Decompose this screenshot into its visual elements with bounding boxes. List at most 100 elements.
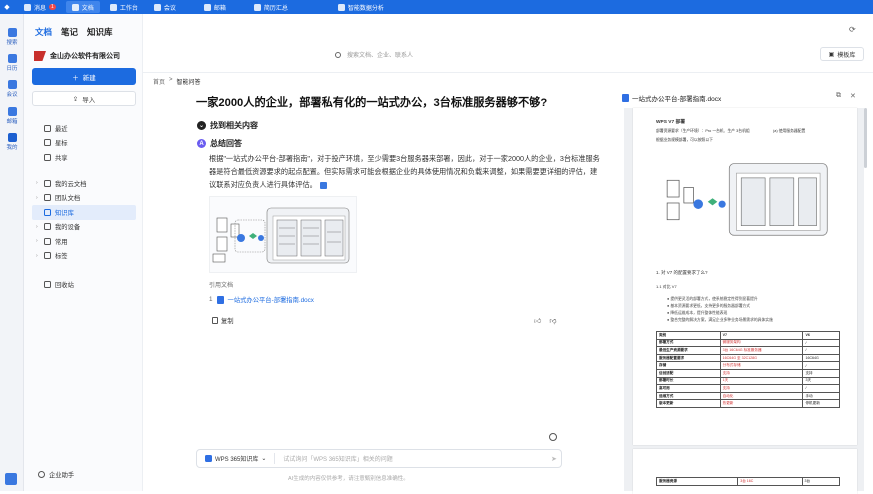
import-button[interactable]: ⇪ 导入	[32, 91, 136, 106]
thumbs-up-icon[interactable]: 👍︎	[534, 316, 541, 325]
rail-item-mail[interactable]: 邮箱	[0, 107, 24, 125]
sidebar-tabs: 文档 笔记 知识库	[35, 26, 113, 38]
rail-item-search[interactable]: 搜索	[0, 28, 24, 46]
tab-knowledge[interactable]: 知识库	[87, 26, 113, 38]
open-external-icon[interactable]: ⧉	[836, 92, 841, 100]
top-tab-messages[interactable]: 消息 1	[18, 1, 62, 13]
sidebar-item-my-cloud[interactable]: › 我的云文档	[32, 176, 136, 191]
question-input-bar[interactable]: WPS 365知识库 ⌄ 试试询问「WPS 365知识库」相关的问题 ➤	[196, 449, 562, 468]
top-tab-meeting[interactable]: 会议	[148, 1, 182, 13]
breadcrumb-home[interactable]: 首页	[153, 77, 165, 86]
copy-button[interactable]: 复制	[212, 316, 234, 325]
sidebar-item-label: 最近	[55, 125, 68, 133]
doc-bullet: ● 基本资源要求更低，支持更多的服务器部署方式	[667, 304, 751, 308]
sidebar-item-knowledge[interactable]: 知识库	[32, 205, 136, 220]
new-button-label: 新建	[82, 74, 96, 82]
company-switcher[interactable]: 金山办公软件有限公司	[34, 51, 120, 61]
enterprise-label: 企业助手	[49, 472, 75, 479]
knowledge-base-selector[interactable]: WPS 365知识库 ⌄	[197, 453, 276, 464]
sidebar-item-tags[interactable]: › 标签	[32, 249, 136, 264]
history-icon[interactable]	[549, 433, 557, 441]
top-tab-workbench[interactable]: 工作台	[104, 1, 144, 13]
sidebar-item-label: 知识库	[55, 209, 74, 217]
templates-button[interactable]: ▣ 模板库	[820, 47, 864, 61]
app-logo-icon: ◆	[4, 4, 10, 11]
found-section-header[interactable]: ⌄ 找到相关内容	[197, 120, 258, 131]
sidebar-item-label: 我的设备	[55, 224, 81, 232]
ai-disclaimer: AI生成的内容仅供参考，请注意甄别信息准确性。	[288, 476, 409, 482]
sidebar-item-frequent[interactable]: › 常用	[32, 234, 136, 249]
document-preview-panel: 一站式办公平台-部署指南.docx ⧉ ✕ WPS V7 部署 部署资源要求（生…	[614, 86, 871, 494]
enterprise-assistant[interactable]: 企业助手	[38, 470, 74, 479]
company-logo-icon	[34, 51, 46, 61]
copy-icon	[212, 317, 218, 324]
question-title: 一家2000人的企业，部署私有化的一站式办公，3台标准服务器够不够?	[196, 97, 548, 109]
word-doc-icon	[622, 94, 629, 102]
share-icon	[44, 153, 51, 161]
found-label: 找到相关内容	[210, 121, 258, 130]
search-input[interactable]: 搜索文档、企业、联系人	[335, 50, 413, 59]
sidebar-item-recent[interactable]: 最近	[32, 121, 136, 136]
tab-docs[interactable]: 文档	[35, 26, 52, 38]
reference-label: 一站式办公平台-部署指南.docx	[227, 297, 314, 304]
top-tab-docs[interactable]: 文档	[65, 1, 100, 13]
doc-page: WPS V7 部署 部署资源要求（生产环境）：Pro 一台机、生产 3台机组 (…	[633, 108, 857, 445]
doc-diagram	[666, 163, 828, 236]
tag-icon	[44, 252, 51, 260]
citation-icon[interactable]	[319, 181, 327, 189]
top-tab-label: 消息	[34, 5, 47, 12]
top-tab-label: 智能数据分析	[347, 5, 384, 12]
question-input[interactable]: 试试询问「WPS 365知识库」相关的问题	[275, 454, 551, 463]
chevron-right-icon: ›	[36, 180, 38, 187]
chevron-down-icon: ⌄	[261, 456, 267, 462]
import-icon: ⇪	[72, 95, 79, 103]
rail-item-meeting[interactable]: 会议	[0, 80, 24, 98]
templates-label: 模板库	[837, 52, 856, 59]
close-icon[interactable]: ✕	[850, 92, 856, 100]
sidebar-item-trash[interactable]: 回收站	[32, 277, 136, 292]
ai-icon: A	[197, 139, 206, 148]
new-button[interactable]: ＋新建	[32, 68, 136, 85]
top-tab-mail[interactable]: 邮箱	[198, 1, 232, 13]
reference-link[interactable]: 1 一站式办公平台-部署指南.docx	[209, 295, 314, 304]
table-row: 运维方式 自动化 手动	[656, 391, 840, 401]
doc-table: 服务器资源 3台 16C 3台	[655, 477, 841, 486]
import-button-label: 导入	[82, 96, 96, 104]
references-header: 引用文档	[209, 283, 234, 289]
sidebar-item-devices[interactable]: › 我的设备	[32, 220, 136, 235]
sidebar-item-team[interactable]: › 团队文档	[32, 191, 136, 206]
table-row: 服务器资源 3台 16C 3台	[655, 477, 841, 486]
message-icon	[24, 3, 31, 11]
top-tab-data-analysis[interactable]: 智能数据分析	[332, 1, 390, 13]
answer-text-block: 根据"一站式办公平台-部署指南"，对于投产环境，至少需要3台服务器来部署，因此，…	[209, 152, 604, 191]
sidebar-item-label: 回收站	[55, 281, 74, 289]
preview-scrollbar[interactable]	[864, 108, 867, 168]
left-rail: 搜索 日历 会议 邮箱 我的	[0, 14, 24, 491]
breadcrumb-current: 智能问答	[176, 80, 201, 86]
doc-table: 类别 V7 V6 部署方式 微服务架构 / 最低生产资源要求 3台 16C64G 标准服务…	[656, 331, 840, 408]
thumbs-down-icon[interactable]: 👎︎	[549, 316, 556, 325]
wps-icon	[205, 455, 212, 462]
table-row: 部署方式 微服务架构 /	[656, 338, 840, 348]
rail-item-calendar[interactable]: 日历	[0, 54, 24, 72]
top-tab-label: 文档	[81, 5, 94, 12]
rail-label: 邮箱	[6, 119, 18, 125]
user-icon	[7, 133, 17, 142]
frequent-icon	[44, 237, 51, 245]
mail-icon	[203, 3, 211, 11]
rail-item-me[interactable]: 我的	[0, 133, 24, 151]
doc-subsection: 1.1 对比 V7	[656, 284, 677, 289]
send-icon[interactable]: ➤	[551, 455, 561, 463]
sidebar-item-label: 团队文档	[55, 195, 81, 203]
summary-section-header: A 总结回答	[197, 138, 242, 149]
preview-body[interactable]: WPS V7 部署 部署资源要求（生产环境）：Pro 一台机、生产 3台机组 (…	[624, 108, 864, 494]
sidebar-item-starred[interactable]: 星标	[32, 136, 136, 151]
top-tab-resume[interactable]: 简历汇总	[248, 1, 294, 13]
refresh-icon[interactable]: ⟳	[849, 25, 856, 34]
sidebar-item-shared[interactable]: 共享	[32, 150, 136, 165]
rail-label: 会议	[6, 92, 18, 98]
table-row: 版本更新 热更新 停机更新	[656, 399, 840, 408]
app-switcher-icon[interactable]	[5, 473, 17, 485]
tab-notes[interactable]: 笔记	[61, 26, 78, 38]
video-icon	[7, 80, 17, 89]
